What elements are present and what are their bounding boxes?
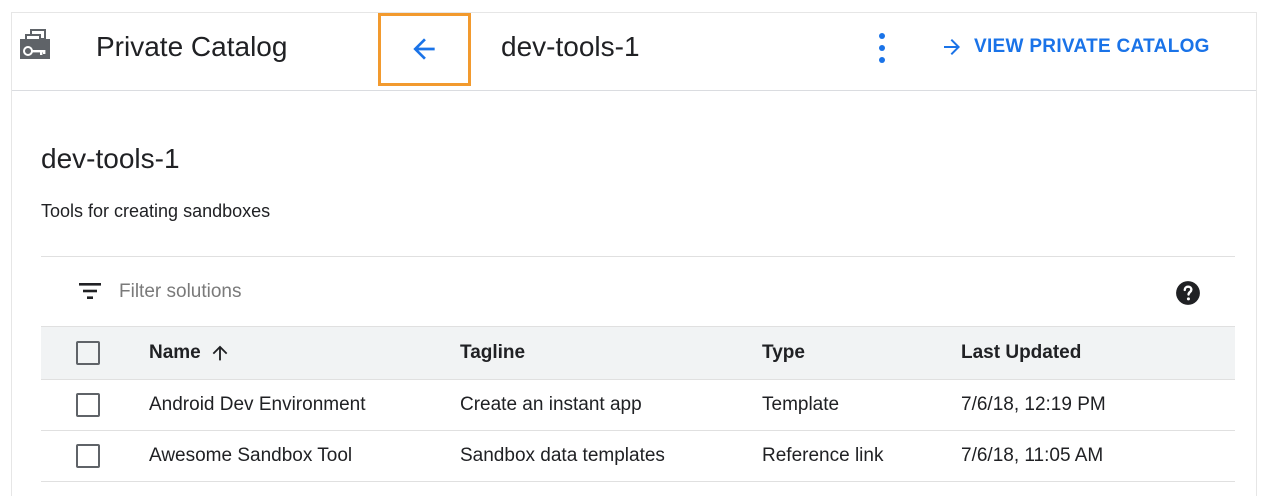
page-frame: Private Catalog dev-tools-1 VIEW PRIVATE…	[11, 12, 1257, 496]
arrow-upward-icon[interactable]	[209, 342, 231, 364]
app-title: Private Catalog	[96, 31, 288, 62]
solution-type: Reference link	[762, 430, 961, 482]
more-vert-icon[interactable]	[876, 31, 888, 65]
solution-tagline: Create an instant app	[460, 379, 762, 431]
catalog-title: dev-tools-1	[41, 143, 180, 174]
solution-name[interactable]: Android Dev Environment	[149, 379, 460, 431]
table-row[interactable]: Awesome Sandbox Tool Sandbox data templa…	[41, 430, 1235, 482]
solutions-table-panel: Name Tagline Type Last Updated Android D…	[41, 256, 1235, 482]
column-header-tagline[interactable]: Tagline	[460, 327, 762, 380]
catalog-description: Tools for creating sandboxes	[41, 201, 271, 221]
page-breadcrumb: dev-tools-1	[501, 31, 640, 62]
top-header: Private Catalog dev-tools-1 VIEW PRIVATE…	[12, 13, 1256, 91]
solution-name[interactable]: Awesome Sandbox Tool	[149, 430, 460, 482]
solution-type: Template	[762, 379, 961, 431]
column-name-label: Name	[149, 341, 201, 363]
filter-bar	[41, 257, 1235, 327]
solution-last-updated: 7/6/18, 12:19 PM	[961, 379, 1235, 431]
view-private-catalog-link[interactable]: VIEW PRIVATE CATALOG	[940, 35, 1210, 59]
column-header-type[interactable]: Type	[762, 327, 961, 380]
column-header-name[interactable]: Name	[149, 327, 460, 380]
row-select-cell	[41, 430, 149, 482]
row-select-cell	[41, 379, 149, 431]
catalog-key-icon	[20, 29, 50, 59]
solution-tagline: Sandbox data templates	[460, 430, 762, 482]
select-all-checkbox[interactable]	[76, 340, 100, 365]
help-icon[interactable]	[1175, 280, 1201, 306]
view-private-catalog-label: VIEW PRIVATE CATALOG	[974, 36, 1210, 57]
arrow-back-icon[interactable]	[408, 33, 440, 65]
filter-solutions-input[interactable]	[119, 277, 719, 307]
row-checkbox[interactable]	[76, 392, 100, 417]
table-header-row: Name Tagline Type Last Updated	[41, 327, 1235, 380]
column-header-last-updated[interactable]: Last Updated	[961, 327, 1235, 380]
row-checkbox[interactable]	[76, 443, 100, 468]
solution-last-updated: 7/6/18, 11:05 AM	[961, 430, 1235, 482]
filter-list-icon[interactable]	[78, 281, 102, 301]
solutions-table: Name Tagline Type Last Updated Android D…	[41, 327, 1235, 482]
select-all-cell	[41, 327, 149, 380]
arrow-forward-icon	[944, 39, 960, 55]
table-row[interactable]: Android Dev Environment Create an instan…	[41, 379, 1235, 431]
